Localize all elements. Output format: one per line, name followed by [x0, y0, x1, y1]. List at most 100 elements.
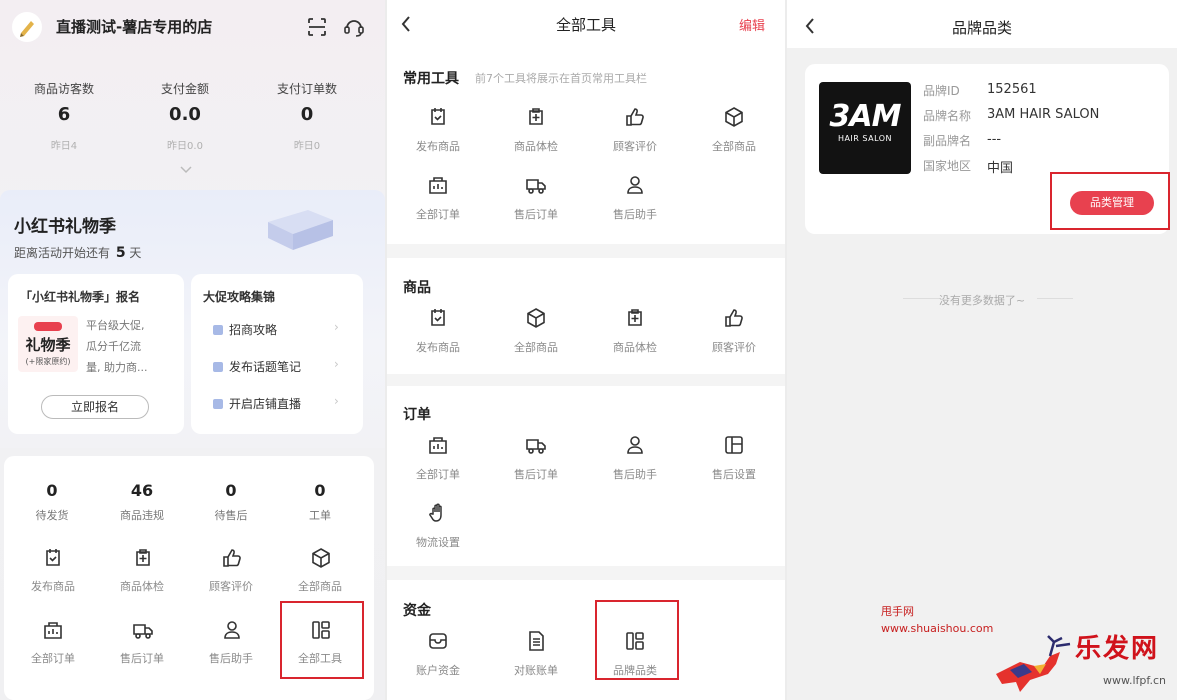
box-icon[interactable]: [308, 545, 334, 571]
all-orders-icon[interactable]: [40, 617, 66, 643]
box-icon[interactable]: [523, 305, 549, 331]
guide-link-live[interactable]: 开启店铺直播: [213, 395, 301, 412]
tool-label: 售后订单: [120, 652, 164, 665]
chevron-right-icon: ›: [334, 320, 339, 334]
tool-label: 全部商品: [712, 140, 756, 153]
person-icon[interactable]: [622, 172, 648, 198]
counter-value[interactable]: 0: [196, 481, 266, 500]
counter-label: 工单: [309, 509, 331, 522]
all-orders-icon[interactable]: [425, 432, 451, 458]
publish-goods-icon[interactable]: [425, 104, 451, 130]
tool-label: 商品体检: [514, 140, 558, 153]
divider-right: [1037, 298, 1073, 299]
counter-value[interactable]: 0: [285, 481, 355, 500]
field-key: 品牌名称: [923, 109, 972, 123]
counter-value[interactable]: 0: [17, 481, 87, 500]
person-icon[interactable]: [622, 432, 648, 458]
store-home-panel: 直播测试-薯店专用的店 商品访客数 6 昨日4 支付金额 0.0 昨日0.0 支…: [0, 0, 385, 700]
field-key: 副品牌名: [923, 134, 972, 148]
tool-label: 顾客评价: [712, 341, 756, 354]
chevron-right-icon: ›: [334, 394, 339, 408]
edit-button[interactable]: 编辑: [739, 15, 765, 34]
tool-label: 全部商品: [514, 341, 558, 354]
promo-countdown: 距离活动开始还有 5 天: [14, 244, 141, 261]
tool-label: 售后助手: [209, 652, 253, 665]
signup-button[interactable]: 立即报名: [41, 395, 149, 419]
section-title: 资金: [403, 603, 431, 619]
pen-icon: [20, 21, 34, 37]
signup-card-title: 「小红书礼物季」报名: [20, 290, 141, 304]
truck-icon[interactable]: [130, 617, 156, 643]
guide-link-label: 招商攻略: [229, 323, 278, 337]
stat-sub-payment: 昨日0.0: [167, 141, 203, 152]
shop-avatar[interactable]: [12, 12, 42, 42]
stat-label-visitors: 商品访客数: [33, 82, 94, 96]
guide-link-label: 发布话题笔记: [229, 360, 302, 374]
guide-link-topic-note[interactable]: 发布话题笔记: [213, 358, 301, 375]
person-icon[interactable]: [219, 617, 245, 643]
bill-icon[interactable]: [523, 628, 549, 654]
no-more-data: 没有更多数据了~: [938, 294, 1026, 307]
stat-sub-visitors: 昨日4: [50, 141, 78, 152]
all-orders-icon[interactable]: [425, 172, 451, 198]
wallet-icon[interactable]: [425, 628, 451, 654]
thumbs-up-icon[interactable]: [721, 305, 747, 331]
goods-check-icon[interactable]: [130, 545, 156, 571]
stat-value-visitors: 6: [57, 104, 71, 125]
chevron-right-icon: ›: [334, 357, 339, 371]
tool-label: 全部订单: [416, 208, 460, 221]
field-key: 品牌ID: [923, 84, 960, 98]
stat-label-orders: 支付订单数: [276, 82, 337, 96]
field-key: 国家地区: [923, 159, 972, 173]
tool-label: 发布商品: [416, 341, 460, 354]
tool-label: 全部订单: [416, 468, 460, 481]
customer-service-icon[interactable]: [341, 14, 367, 40]
page-title: 品牌品类: [951, 19, 1012, 37]
watermark-brand-url: www.lfpf.cn: [1103, 674, 1166, 687]
truck-icon[interactable]: [523, 172, 549, 198]
box-icon[interactable]: [721, 104, 747, 130]
goods-check-icon[interactable]: [622, 305, 648, 331]
signup-desc-2: 瓜分千亿流: [86, 340, 141, 353]
thumb-subtext: (+限家原约): [25, 357, 71, 366]
thumbs-up-icon[interactable]: [622, 104, 648, 130]
video-icon: [213, 399, 223, 409]
edit-icon: [213, 362, 223, 372]
stat-label-payment: 支付金额: [160, 82, 209, 96]
tool-label: 账户资金: [416, 664, 460, 677]
layout-settings-icon[interactable]: [721, 432, 747, 458]
guide-link-merchant[interactable]: 招商攻略: [213, 321, 277, 338]
brand-name-value: 3AM HAIR SALON: [987, 107, 1100, 122]
stat-value-payment: 0.0: [169, 104, 201, 125]
all-tools-panel: 全部工具 编辑 常用工具 前7个工具将展示在首页常用工具栏 发布商品 商品体检 …: [387, 0, 785, 700]
counter-value[interactable]: 46: [107, 481, 177, 500]
document-icon: [213, 325, 223, 335]
gift-season-thumbnail: 礼物季 (+限家原约): [18, 316, 78, 372]
watermark-site-url: www.shuaishou.com: [881, 622, 994, 635]
tool-label: 全部订单: [31, 652, 75, 665]
tool-label: 发布商品: [416, 140, 460, 153]
tool-label: 顾客评价: [613, 140, 657, 153]
thumb-tag: [34, 322, 62, 331]
tool-label: 售后助手: [613, 208, 657, 221]
logo-mark: 3AM: [829, 99, 902, 134]
publish-goods-icon[interactable]: [425, 305, 451, 331]
guide-card-title: 大促攻略集锦: [203, 290, 276, 304]
publish-goods-icon[interactable]: [40, 545, 66, 571]
watermark-brand: 乐发网: [1075, 634, 1160, 664]
promo-title: 小红书礼物季: [14, 217, 116, 237]
truck-icon[interactable]: [523, 432, 549, 458]
watermark-site-name: 甩手网: [881, 605, 914, 618]
signup-desc-1: 平台级大促,: [86, 319, 145, 332]
goods-check-icon[interactable]: [523, 104, 549, 130]
deer-logo: [990, 634, 1076, 698]
hand-icon[interactable]: [425, 500, 451, 526]
scan-icon[interactable]: [304, 14, 330, 40]
countdown-days: 5: [115, 245, 126, 261]
thumbs-up-icon[interactable]: [219, 545, 245, 571]
sub-brand-value: ---: [987, 132, 1002, 147]
expand-chevron-icon[interactable]: [178, 160, 194, 179]
stat-sub-orders: 昨日0: [293, 141, 321, 152]
tool-label: 商品体检: [120, 580, 164, 593]
tool-label: 顾客评价: [209, 580, 253, 593]
